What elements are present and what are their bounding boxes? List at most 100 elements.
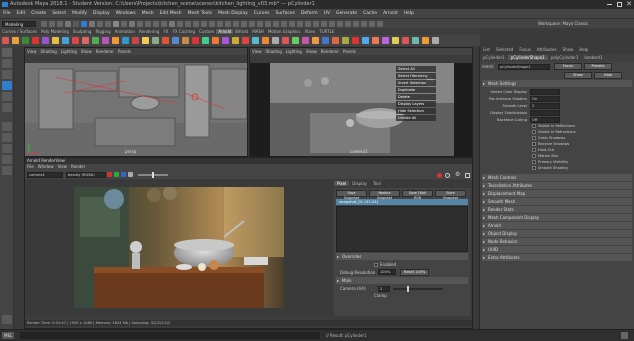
rotate-tool-icon[interactable]	[2, 92, 12, 101]
shelf-tab-8[interactable]: Custom	[197, 29, 216, 34]
shelf-tool-icon[interactable]	[231, 37, 239, 44]
status-tool-icon[interactable]	[297, 21, 303, 27]
status-tool-icon[interactable]	[201, 21, 207, 27]
hotbox-menu-item[interactable]: Invert Selection	[396, 80, 436, 86]
ae-node-tab-2[interactable]: polyCylinder1	[548, 55, 582, 60]
status-tool-icon[interactable]	[145, 21, 151, 27]
status-tool-icon[interactable]	[257, 21, 263, 27]
shelf-tab-12[interactable]: Motion Graphics	[266, 29, 303, 34]
shelf-tool-icon[interactable]	[311, 37, 319, 44]
section-main[interactable]: Main	[336, 277, 468, 284]
attribute-section[interactable]: Mesh Controls	[482, 174, 632, 181]
shelf-tool-icon[interactable]	[161, 37, 169, 44]
shelf-tool-icon[interactable]	[1, 37, 9, 44]
viewport-menu-item-4[interactable]: Renderer	[94, 49, 116, 54]
checkbox[interactable]	[532, 136, 536, 140]
status-tool-icon[interactable]	[345, 21, 351, 27]
status-tool-icon[interactable]	[169, 21, 175, 27]
attribute-section[interactable]: Mesh Component Display	[482, 214, 632, 221]
ae-menu-item-0[interactable]: List	[480, 47, 493, 52]
checkbox[interactable]	[532, 160, 536, 164]
renderview-menu-item-2[interactable]: View	[55, 164, 69, 169]
shelf-tool-icon[interactable]	[421, 37, 429, 44]
status-tool-icon[interactable]	[217, 21, 223, 27]
attribute-section[interactable]: Node Behavior	[482, 238, 632, 245]
attribute-section[interactable]: Render Stats	[482, 206, 632, 213]
viewport-menu-item-5[interactable]: Panels	[341, 49, 358, 54]
renderview-menu-item-3[interactable]: Render	[69, 164, 87, 169]
render-stop-icon[interactable]	[437, 173, 442, 178]
shelf-tool-icon[interactable]	[221, 37, 229, 44]
outliner-icon[interactable]	[2, 166, 12, 175]
four-view-icon[interactable]	[2, 133, 12, 142]
renderview-menu-item-0[interactable]: File	[25, 164, 36, 169]
blue-channel-icon[interactable]	[121, 172, 126, 177]
hotbox-menu-item[interactable]: Unhide All	[396, 115, 436, 121]
presets-button[interactable]: Presets	[584, 63, 612, 70]
single-view-icon[interactable]	[2, 122, 12, 131]
green-channel-icon[interactable]	[114, 172, 119, 177]
shelf-tool-icon[interactable]	[381, 37, 389, 44]
shelf-tool-icon[interactable]	[131, 37, 139, 44]
select-tool-icon[interactable]	[2, 48, 12, 57]
shelf-tool-icon[interactable]	[411, 37, 419, 44]
viewport-menu-item-2[interactable]: Lighting	[59, 49, 79, 54]
snapshot-list[interactable]	[336, 206, 468, 252]
viewport-persp[interactable]: View Shading Lighting Show Renderer Panels pe…	[24, 47, 248, 157]
status-tool-icon[interactable]	[57, 21, 63, 27]
shelf-tool-icon[interactable]	[31, 37, 39, 44]
menu-item-17[interactable]: Arnold	[380, 11, 401, 16]
ae-node-tab-0[interactable]: pCylinder1	[480, 55, 508, 60]
move-tool-icon[interactable]	[2, 81, 12, 90]
ae-node-tab-1[interactable]: pCylinderShape1	[507, 55, 548, 60]
render-refresh-icon[interactable]	[445, 173, 450, 178]
resolution-field[interactable]: 100%	[378, 269, 396, 275]
alpha-channel-icon[interactable]	[128, 172, 133, 177]
menu-item-3[interactable]: Select	[49, 11, 69, 16]
status-tool-icon[interactable]	[289, 21, 295, 27]
reset-resolution-button[interactable]: Reset 100%	[400, 268, 430, 276]
node-name-field[interactable]: pCylinderShape1	[498, 63, 550, 70]
attribute-value-field[interactable]: 2	[530, 102, 560, 109]
status-tool-icon[interactable]	[233, 21, 239, 27]
shelf-tab-14[interactable]: TURTLE	[317, 29, 336, 34]
status-tool-icon[interactable]	[329, 21, 335, 27]
shelf-tool-icon[interactable]	[91, 37, 99, 44]
menu-item-12[interactable]: Surfaces	[272, 11, 298, 16]
renderview-side-tab-1[interactable]: Display	[349, 181, 370, 186]
camera-dropdown[interactable]: camera1	[27, 171, 63, 178]
status-tool-icon[interactable]	[337, 21, 343, 27]
menu-item-13[interactable]: Deform	[298, 11, 321, 16]
hotbox-menu-item[interactable]: Hide Selection	[396, 108, 436, 114]
status-tool-icon[interactable]	[225, 21, 231, 27]
shelf-tab-13[interactable]: XGen	[302, 29, 317, 34]
render-image-area[interactable]	[25, 180, 333, 316]
shelf-tool-icon[interactable]	[41, 37, 49, 44]
shelf-tool-icon[interactable]	[431, 37, 439, 44]
status-tool-icon[interactable]	[273, 21, 279, 27]
viewport-menu-item-1[interactable]: Shading	[264, 49, 284, 54]
status-tool-icon[interactable]	[153, 21, 159, 27]
status-tool-icon[interactable]	[241, 21, 247, 27]
status-tool-icon[interactable]	[185, 21, 191, 27]
status-tool-icon[interactable]	[121, 21, 127, 27]
crop-region-icon[interactable]	[465, 173, 470, 178]
attribute-section[interactable]: Object Display	[482, 230, 632, 237]
shelf-tool-icon[interactable]	[61, 37, 69, 44]
lasso-tool-icon[interactable]	[2, 59, 12, 68]
camera-aa-slider[interactable]	[393, 285, 443, 292]
shelf-tab-5[interactable]: Rendering	[137, 29, 161, 34]
snapshot-button[interactable]: Save 16bit RGB	[402, 189, 433, 200]
shelf-tool-icon[interactable]	[21, 37, 29, 44]
status-tool-icon[interactable]	[113, 21, 119, 27]
persp-graph-icon[interactable]	[2, 155, 12, 164]
menu-item-11[interactable]: Curves	[251, 11, 273, 16]
menu-item-6[interactable]: Windows	[113, 11, 139, 16]
minimize-icon[interactable]	[607, 4, 612, 5]
menu-item-16[interactable]: Cache	[360, 11, 380, 16]
show-button[interactable]: Show	[564, 71, 592, 79]
attribute-value-field[interactable]	[530, 109, 560, 116]
hotbox-menu-item[interactable]: Delete	[396, 94, 436, 100]
attribute-section[interactable]: Smooth Mesh	[482, 198, 632, 205]
hotbox-menu-item[interactable]: Select All	[396, 66, 436, 72]
